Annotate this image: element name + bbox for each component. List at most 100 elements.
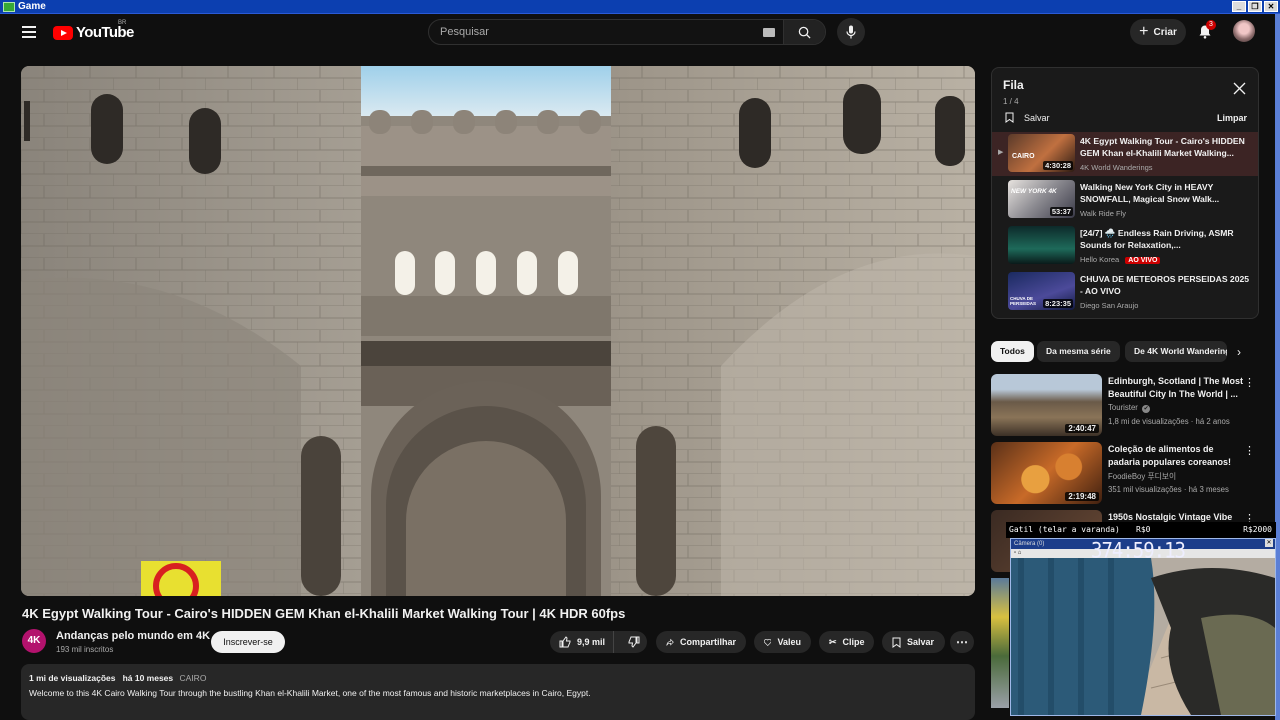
recommendation-item[interactable]: 2:19:48 Coleção de alimentos de padaria … (991, 442, 1259, 504)
queue-clear-button[interactable]: Limpar (1217, 113, 1247, 123)
queue-item-title: CHUVA DE METEOROS PERSEIDAS 2025 - AO VI… (1080, 274, 1250, 296)
camera-image (1011, 558, 1275, 715)
stream-timer: 374:59:13 (1091, 538, 1186, 564)
search-icon (798, 26, 811, 39)
clip-label: Clipe (842, 637, 865, 647)
notification-badge: 3 (1206, 20, 1216, 30)
queue-thumbnail (1008, 226, 1075, 264)
recommendation-thumbnail-peek (991, 578, 1009, 708)
window-title-bar: Game _ ❐ ✕ (0, 0, 1280, 14)
more-options-icon[interactable]: ⋮ (1244, 376, 1255, 389)
video-player[interactable] (21, 66, 975, 596)
subscriber-count: 193 mil inscritos (56, 645, 114, 654)
save-button[interactable]: Salvar (882, 631, 945, 653)
subscribe-button[interactable]: Inscrever-se (211, 631, 285, 653)
restore-icon[interactable]: ❐ (1248, 1, 1262, 12)
queue-item[interactable]: CHUVA DE PERSEIDAS 8:23:35 CHUVA DE METE… (992, 270, 1258, 314)
region-code: BR (118, 20, 127, 26)
like-count: 9,9 mil (577, 637, 606, 647)
channel-name[interactable]: Andanças pelo mundo em 4K (56, 630, 210, 642)
live-badge: AO VIVO (1125, 257, 1161, 264)
queue-item[interactable]: ▶ CAIRO 4:30:28 4K Egypt Walking Tour - … (992, 132, 1258, 176)
video-title: 4K Egypt Walking Tour - Cairo's HIDDEN G… (22, 606, 626, 621)
search-button[interactable] (783, 20, 825, 44)
chip-channel[interactable]: De 4K World Wanderings (1125, 341, 1227, 362)
camera-window-title: Câmera (0) (1014, 541, 1045, 547)
thanks-label: Valeu (777, 637, 801, 647)
recommendation-channel-name: Tourister (1108, 403, 1138, 412)
dislike-button[interactable] (620, 636, 647, 648)
donation-goal: R$2000 (1243, 525, 1272, 534)
create-button[interactable]: + Criar (1130, 19, 1186, 45)
queue-title: Fila (1003, 78, 1024, 92)
account-avatar[interactable] (1233, 20, 1255, 42)
close-icon[interactable]: ✕ (1265, 539, 1273, 547)
more-actions-button[interactable]: ⋯ (950, 631, 974, 653)
verified-icon: ✔ (1142, 405, 1151, 413)
thumbnail-text: CAIRO (1012, 153, 1035, 160)
recommendation-stats: 1,8 mi de visualizações · há 2 anos (1108, 417, 1230, 426)
notifications-button[interactable]: 3 (1198, 20, 1216, 44)
location-tag[interactable]: CAIRO (180, 673, 207, 683)
donation-goal-bar: Gatil (telar a varanda) R$0 R$2000 (1006, 522, 1276, 538)
queue-panel: Fila 1 / 4 Salvar Limpar ▶ CAIRO 4:30:28… (991, 67, 1259, 319)
logo-wordmark: YouTube (76, 24, 134, 41)
queue-item-title: [24/7] 🌧️ Endless Rain Driving, ASMR Sou… (1080, 228, 1234, 250)
share-button[interactable]: Compartilhar (656, 631, 746, 653)
youtube-logo[interactable]: YouTube BR (53, 20, 134, 41)
queue-item[interactable]: NEW YORK 4K 53:37 Walking New York City … (992, 178, 1258, 222)
queue-item-title: Walking New York City in HEAVY SNOWFALL,… (1080, 182, 1220, 204)
microphone-icon (846, 25, 856, 39)
queue-position: 1 / 4 (1003, 97, 1019, 106)
more-options-icon[interactable]: ⋮ (1244, 444, 1255, 457)
camera-feed (1011, 558, 1275, 715)
window-title: Game (3, 1, 46, 12)
camera-window: Câmera (0) ✕ ▫ ⌂ 374:59:13 (1010, 538, 1276, 716)
youtube-play-icon (53, 25, 73, 40)
like-dislike-group: 9,9 mil (550, 631, 647, 653)
queue-item-channel-name: Hello Korea (1080, 255, 1120, 264)
recommendation-item[interactable]: 2:40:47 Edinburgh, Scotland | The Most B… (991, 374, 1259, 436)
thumbnail-text: CHUVA DE PERSEIDAS (1010, 296, 1037, 306)
search-input[interactable]: Pesquisar (429, 20, 783, 44)
recommendation-stats: 351 mil visualizações · há 3 meses (1108, 485, 1229, 494)
queue-save-button[interactable]: Salvar (1005, 112, 1050, 123)
queue-item-title: 4K Egypt Walking Tour - Cairo's HIDDEN G… (1080, 136, 1245, 158)
close-window-icon[interactable]: ✕ (1264, 1, 1278, 12)
chip-all[interactable]: Todos (991, 341, 1034, 362)
keyboard-icon[interactable] (763, 28, 775, 37)
thumbs-up-icon (559, 636, 571, 648)
channel-avatar[interactable]: 4K (22, 629, 46, 653)
search-box: Pesquisar (428, 19, 826, 45)
window-title-text: Game (18, 1, 46, 12)
recommendation-thumbnail: 2:19:48 (991, 442, 1102, 504)
chip-same-series[interactable]: Da mesma série (1037, 341, 1120, 362)
app-icon (3, 1, 15, 12)
share-label: Compartilhar (679, 637, 736, 647)
like-button[interactable]: 9,9 mil (550, 631, 614, 653)
create-label: Criar (1153, 26, 1177, 38)
save-label: Salvar (907, 637, 935, 647)
scissors-icon: ✂ (829, 636, 837, 647)
duration-badge: 2:40:47 (1065, 424, 1099, 433)
minimize-icon[interactable]: _ (1232, 1, 1246, 12)
window-controls: _ ❐ ✕ (1232, 1, 1278, 12)
donation-amount: R$0 (1136, 525, 1151, 534)
thanks-button[interactable]: Valeu (754, 631, 811, 653)
upload-age: há 10 meses (122, 673, 174, 683)
close-queue-icon[interactable] (1233, 82, 1246, 95)
description-box[interactable]: 1 mi de visualizações há 10 meses CAIRO … (21, 664, 975, 720)
menu-icon[interactable] (22, 26, 36, 41)
recommendation-title: Edinburgh, Scotland | The Most Beautiful… (1108, 376, 1244, 399)
chevron-right-icon[interactable]: › (1237, 345, 1241, 359)
queue-item-channel: Walk Ride Fly (1080, 209, 1126, 218)
voice-search-button[interactable] (837, 18, 865, 46)
recommendation-channel: Tourister ✔ (1108, 403, 1151, 413)
video-frame (21, 66, 975, 596)
queue-item[interactable]: [24/7] 🌧️ Endless Rain Driving, ASMR Sou… (992, 224, 1258, 268)
queue-item-channel: Hello Korea AO VIVO (1080, 255, 1161, 264)
duration-badge: 4:30:28 (1043, 161, 1073, 170)
queue-item-channel: Diego San Araujo (1080, 301, 1139, 310)
bookmark-icon (892, 637, 901, 648)
clip-button[interactable]: ✂ Clipe (819, 631, 874, 653)
